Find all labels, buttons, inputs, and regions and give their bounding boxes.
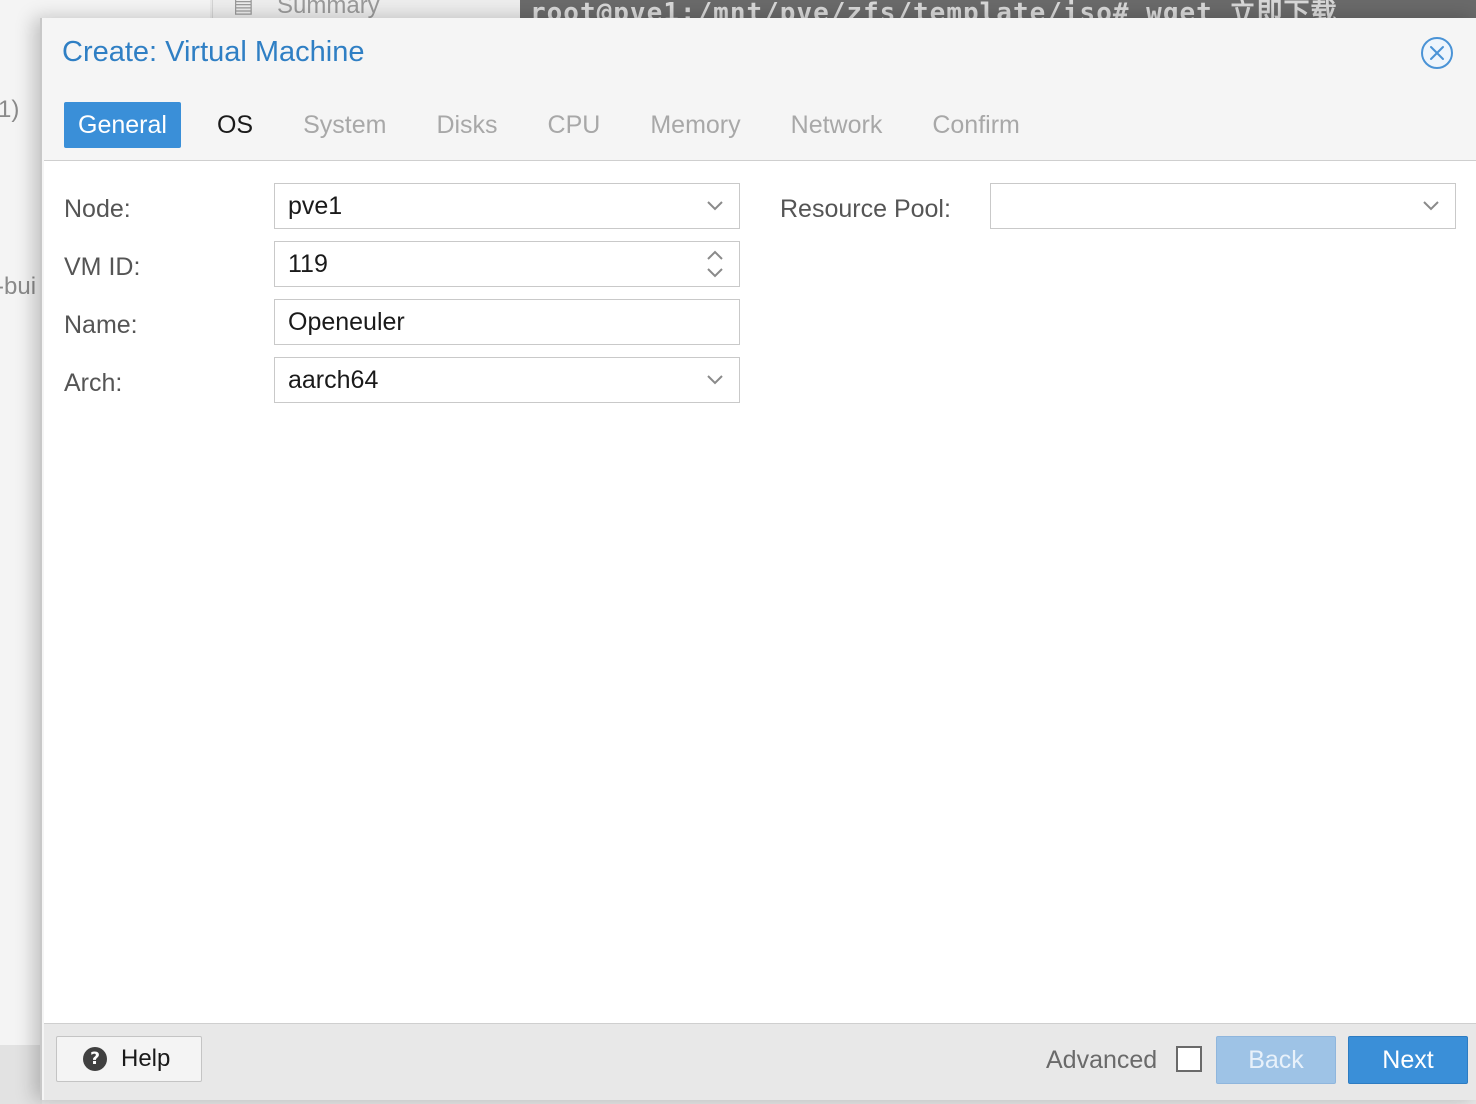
dialog-title: Create: Virtual Machine (62, 36, 365, 68)
advanced-label: Advanced (1046, 1046, 1158, 1074)
wizard-tabs: General OS System Disks CPU Memory Netwo… (64, 102, 1056, 148)
terminal-line: root@pve1:/mnt/pve/zfs/template/iso# wge… (530, 0, 1338, 18)
tab-confirm[interactable]: Confirm (918, 102, 1034, 148)
name-input[interactable]: Openeuler (274, 299, 740, 345)
background-nav-label: Summary (277, 0, 380, 18)
node-value: pve1 (288, 192, 343, 220)
background-nav-item-summary: ▤ Summary (212, 0, 521, 18)
name-value: Openeuler (288, 308, 405, 336)
question-circle-icon: ? (83, 1047, 107, 1071)
back-button[interactable]: Back (1216, 1036, 1336, 1084)
tab-general[interactable]: General (64, 102, 181, 148)
help-button[interactable]: ? Help (56, 1036, 202, 1082)
chevron-down-icon[interactable] (1419, 184, 1443, 228)
chevron-down-icon[interactable] (703, 184, 727, 228)
arch-value: aarch64 (288, 366, 379, 394)
tab-disks[interactable]: Disks (422, 102, 511, 148)
background-footer-strip (0, 1045, 42, 1104)
tab-network[interactable]: Network (777, 102, 897, 148)
vmid-value: 119 (288, 250, 328, 278)
vmid-spinner[interactable]: 119 (274, 241, 740, 287)
tab-os[interactable]: OS (203, 102, 267, 148)
tab-memory[interactable]: Memory (636, 102, 754, 148)
create-vm-dialog: Create: Virtual Machine General OS Syste… (40, 18, 1476, 1100)
resource-pool-select[interactable] (990, 183, 1456, 229)
resource-pool-label: Resource Pool: (780, 195, 951, 223)
help-button-label: Help (121, 1045, 171, 1072)
advanced-checkbox[interactable] (1176, 1046, 1202, 1072)
close-icon[interactable] (1420, 36, 1454, 70)
arch-label: Arch: (64, 369, 123, 397)
background-tree-text: -bui (0, 273, 37, 300)
dialog-footer: ? Help Advanced Back Next (44, 1024, 1476, 1100)
background-terminal: root@pve1:/mnt/pve/zfs/template/iso# wge… (520, 0, 1476, 18)
node-select[interactable]: pve1 (274, 183, 740, 229)
chevron-down-icon[interactable] (703, 358, 727, 402)
node-label: Node: (64, 195, 131, 223)
spinner-arrows-icon[interactable] (703, 242, 727, 286)
background-tree-text: 1) (0, 96, 20, 123)
name-label: Name: (64, 311, 138, 339)
tab-system[interactable]: System (289, 102, 400, 148)
document-icon: ▤ (233, 0, 254, 17)
tab-cpu[interactable]: CPU (534, 102, 615, 148)
arch-select[interactable]: aarch64 (274, 357, 740, 403)
general-form-panel: Node: pve1 VM ID: 119 Name: Openeuler Ar… (44, 160, 1476, 1024)
next-button[interactable]: Next (1348, 1036, 1468, 1084)
vmid-label: VM ID: (64, 253, 141, 281)
